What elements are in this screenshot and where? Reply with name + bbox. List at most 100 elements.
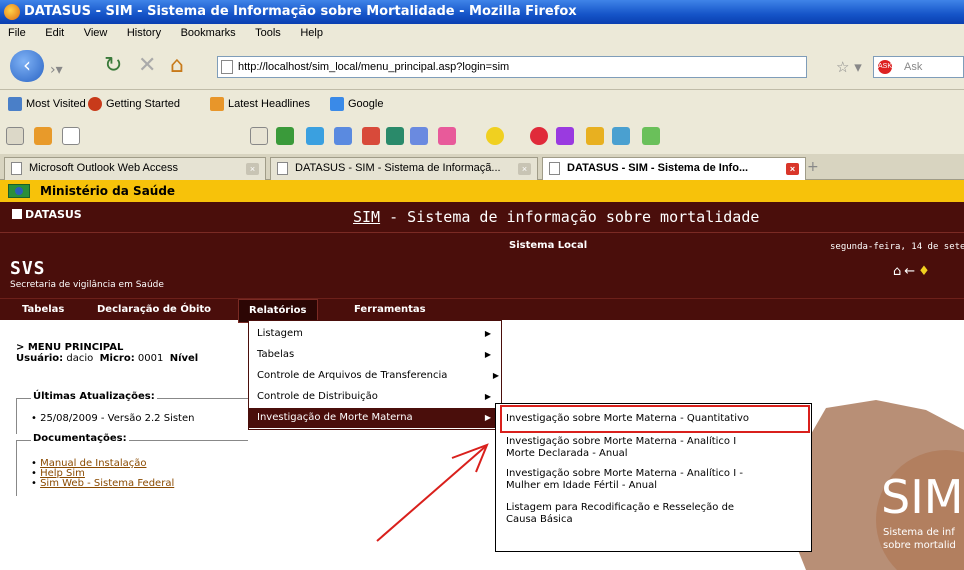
docs-list: • Manual de Instalação • Help Sim • Sim … — [31, 459, 174, 489]
search-icon[interactable] — [62, 127, 80, 145]
menu-view[interactable]: View — [84, 27, 108, 39]
micro-value: 0001 — [137, 353, 164, 364]
nav-declaracao-obito[interactable]: Declaração de Óbito — [97, 299, 211, 321]
header-icons: ⌂←♦ — [893, 264, 933, 279]
menu-tools[interactable]: Tools — [255, 27, 281, 39]
new-tab-icon[interactable]: + — [807, 159, 819, 175]
search-input[interactable]: ASK Ask — [873, 56, 964, 78]
tab-bar: Microsoft Outlook Web Access × DATASUS - … — [0, 154, 964, 180]
system-local-label: Sistema Local — [509, 240, 588, 251]
addon-icon[interactable] — [642, 127, 660, 145]
addon-icon[interactable] — [586, 127, 604, 145]
menu-item-controle-distribuicao[interactable]: Controle de Distribuição ▶ — [249, 387, 501, 407]
bookmark-most-visited[interactable]: Most Visited — [8, 90, 86, 118]
menu-item-controle-arquivos[interactable]: Controle de Arquivos de Transferencia ▶ — [249, 366, 501, 386]
menu-edit[interactable]: Edit — [45, 27, 64, 39]
tab-label: DATASUS - SIM - Sistema de Info... — [567, 162, 749, 174]
bookmark-star-icon[interactable]: ☆ ▾ — [836, 58, 862, 76]
submenu-item-quantitativo[interactable]: Investigação sobre Morte Materna - Quant… — [506, 413, 806, 425]
nav-tabelas[interactable]: Tabelas — [22, 299, 64, 321]
menu-bookmarks[interactable]: Bookmarks — [181, 27, 236, 39]
lightbulb-icon[interactable]: ♦ — [918, 264, 933, 279]
menu-item-investigacao-morte-materna[interactable]: Investigação de Morte Materna ▶ — [249, 408, 501, 428]
home-icon[interactable]: ⌂ — [170, 54, 184, 78]
site-title-prefix: SIM — [353, 208, 381, 226]
heart-icon[interactable] — [530, 127, 548, 145]
brazil-flag-icon — [8, 184, 30, 198]
site-header: DATASUS SIM - Sistema de informação sobr… — [0, 202, 964, 298]
url-bar[interactable]: http://localhost/sim_local/menu_principa… — [217, 56, 807, 78]
close-icon[interactable]: × — [246, 163, 259, 175]
back-arrow-icon[interactable]: ← — [904, 264, 918, 279]
title-bar: DATASUS - SIM - Sistema de Informação so… — [0, 0, 964, 24]
url-text: http://localhost/sim_local/menu_principa… — [238, 61, 510, 73]
bookmark-icon — [88, 97, 102, 112]
menu-help[interactable]: Help — [300, 27, 323, 39]
ministry-bar: Ministério da Saúde — [0, 180, 964, 202]
addon-icon[interactable] — [334, 127, 352, 145]
submenu-item-analitico-mulher-idade-fertil[interactable]: Investigação sobre Morte Materna - Analí… — [506, 468, 806, 492]
close-icon[interactable]: × — [518, 163, 531, 175]
submenu-line: Investigação sobre Morte Materna - Analí… — [506, 436, 737, 447]
smiley-icon[interactable] — [486, 127, 504, 145]
tab-datasus-1[interactable]: DATASUS - SIM - Sistema de Informaçã... × — [270, 157, 538, 180]
addon-icon[interactable] — [386, 127, 404, 145]
search-placeholder: Ask — [904, 61, 923, 73]
page-icon — [11, 162, 22, 175]
page-icon — [277, 162, 288, 175]
back-icon[interactable]: ‹ — [10, 50, 44, 82]
submenu-item-analitico-morte-declarada[interactable]: Investigação sobre Morte Materna - Analí… — [506, 436, 806, 460]
menu-item-label: Controle de Distribuição — [257, 391, 378, 402]
nav-ferramentas[interactable]: Ferramentas — [354, 299, 426, 321]
dropdown-icon[interactable] — [250, 127, 268, 145]
datasus-logo: DATASUS — [12, 208, 82, 221]
reload-icon[interactable]: ↻ — [104, 54, 122, 78]
addon-icon[interactable] — [612, 127, 630, 145]
bookmark-label: Google — [348, 98, 384, 110]
updates-heading: Últimas Atualizações: — [31, 391, 157, 402]
micro-label: Micro: — [99, 353, 135, 364]
go-icon[interactable] — [276, 127, 294, 145]
updates-section: Últimas Atualizações: • 25/08/2009 - Ver… — [16, 391, 250, 434]
addon-icon[interactable] — [306, 127, 324, 145]
addon-icon[interactable] — [438, 127, 456, 145]
site-title: SIM - Sistema de informação sobre mortal… — [353, 208, 759, 226]
tab-datasus-active[interactable]: DATASUS - SIM - Sistema de Info... × — [542, 157, 806, 180]
addon-icon[interactable] — [556, 127, 574, 145]
submenu-line: Mulher em Idade Fértil - Anual — [506, 480, 658, 491]
home-icon[interactable]: ⌂ — [893, 264, 904, 279]
update-item: • 25/08/2009 - Versão 2.2 Sisten — [31, 413, 195, 424]
menu-item-listagem[interactable]: Listagem ▶ — [249, 324, 501, 344]
menu-item-label: Listagem — [257, 328, 303, 339]
relatorios-dropdown: Listagem ▶ Tabelas ▶ Controle de Arquivos … — [248, 320, 502, 430]
menu-item-tabelas[interactable]: Tabelas ▶ — [249, 345, 501, 365]
addon-icon[interactable] — [362, 127, 380, 145]
menu-file[interactable]: File — [8, 27, 26, 39]
ask-icon: ASK — [878, 60, 892, 74]
menu-history[interactable]: History — [127, 27, 161, 39]
submenu-item-listagem-recodificacao[interactable]: Listagem para Recodificação e Resseleção… — [506, 502, 806, 526]
bookmark-google[interactable]: Google — [330, 90, 383, 118]
sim-sub-line: Sistema de inf — [883, 527, 955, 538]
submenu-arrow-icon: ▶ — [484, 350, 491, 359]
bookmark-getting-started[interactable]: Getting Started — [88, 90, 180, 118]
bookmark-icon — [8, 97, 22, 112]
user-label: Usuário: — [16, 353, 64, 364]
sim-logo: SIM — [881, 470, 964, 524]
forward-icon[interactable]: ›▾ — [50, 58, 63, 82]
bookmark-label: Latest Headlines — [228, 98, 310, 110]
docs-section: Documentações: • Manual de Instalação • … — [16, 433, 248, 496]
bookmark-label: Getting Started — [106, 98, 180, 110]
menu-item-label: Tabelas — [257, 349, 295, 360]
addon-icon[interactable] — [34, 127, 52, 145]
close-icon[interactable]: × — [786, 163, 799, 175]
bookmarks-toolbar: Most Visited Getting Started Latest Head… — [0, 90, 964, 118]
datasus-label: DATASUS — [25, 208, 82, 221]
bookmark-latest-headlines[interactable]: Latest Headlines — [210, 90, 310, 118]
header-divider — [0, 232, 964, 233]
addon-icon[interactable] — [410, 127, 428, 145]
tab-outlook[interactable]: Microsoft Outlook Web Access × — [4, 157, 266, 180]
expand-icon[interactable] — [6, 127, 24, 145]
link-sim-web[interactable]: Sim Web - Sistema Federal — [40, 478, 174, 489]
stop-icon[interactable]: ✕ — [138, 54, 156, 78]
